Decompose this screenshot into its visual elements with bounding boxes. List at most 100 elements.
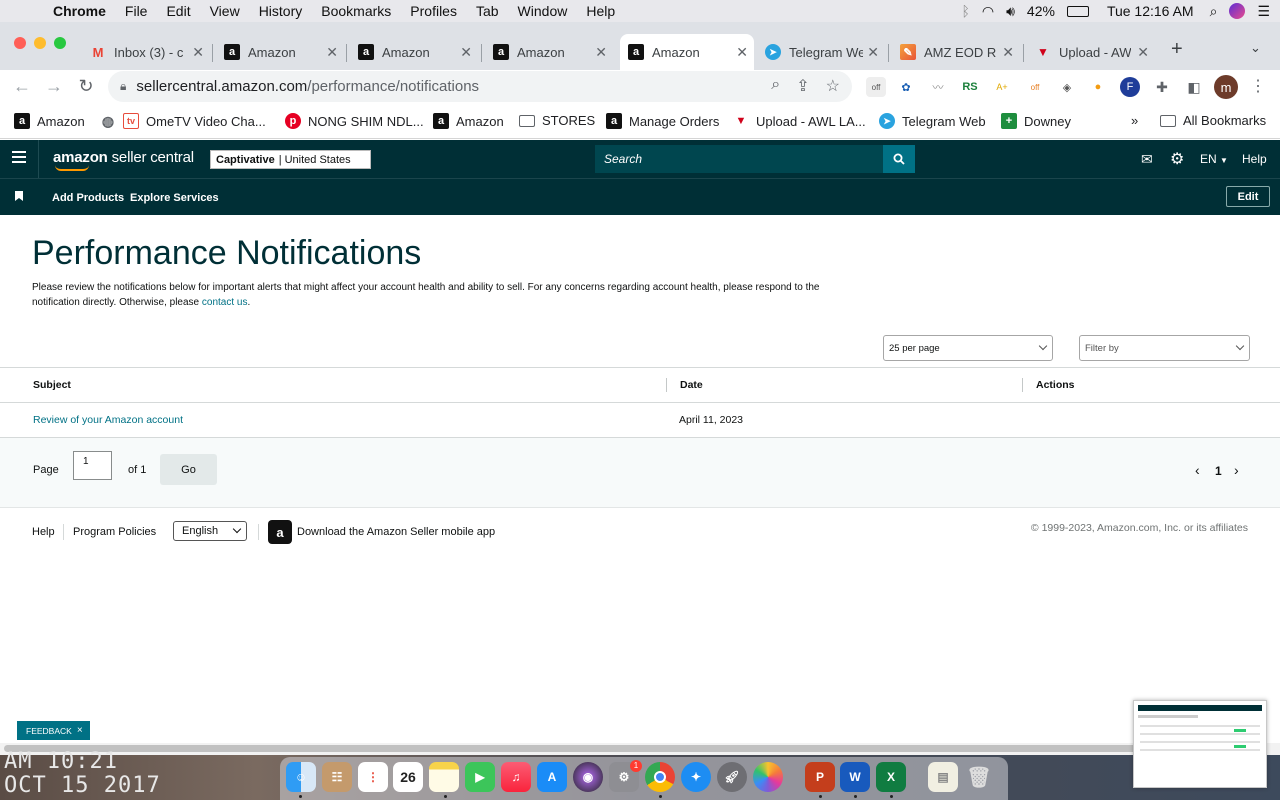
- bookmarks-overflow[interactable]: »: [1131, 113, 1138, 128]
- language-selector[interactable]: EN ▼: [1200, 152, 1228, 166]
- app-store-icon[interactable]: A: [537, 762, 567, 792]
- per-page-select[interactable]: 25 per page: [883, 335, 1053, 361]
- music-icon[interactable]: ♫: [501, 762, 531, 792]
- document-preview-icon[interactable]: ▤: [928, 762, 958, 792]
- trash-icon[interactable]: 🗑︎: [964, 762, 994, 792]
- amazon-app-icon[interactable]: a: [268, 520, 292, 544]
- menu-hamburger-icon[interactable]: [12, 151, 26, 166]
- close-tab-icon[interactable]: ✕: [595, 44, 607, 61]
- gear-icon[interactable]: ⚙: [1170, 149, 1184, 169]
- bookmark-manage-orders[interactable]: a Manage Orders: [606, 113, 719, 129]
- tab-amazon-1[interactable]: a Amazon ✕: [216, 34, 344, 70]
- help-link[interactable]: Help: [1242, 152, 1267, 166]
- download-app-link[interactable]: Download the Amazon Seller mobile app: [297, 526, 495, 538]
- menu-file[interactable]: File: [125, 3, 148, 19]
- close-tab-icon[interactable]: ✕: [326, 44, 338, 61]
- battery-percent[interactable]: 42%: [1027, 3, 1055, 19]
- extension-orange-icon[interactable]: ●: [1088, 77, 1108, 97]
- extension-cube-icon[interactable]: ◈: [1057, 77, 1077, 97]
- bookmark-upload[interactable]: ▼ Upload - AWL LA...: [733, 113, 866, 129]
- bookmark-amazon[interactable]: a Amazon: [14, 113, 85, 129]
- extension-sale-icon[interactable]: off: [1025, 77, 1045, 97]
- seller-central-logo[interactable]: amazon seller central: [53, 149, 194, 171]
- close-tab-icon[interactable]: ✕: [192, 44, 204, 61]
- nav-explore-services[interactable]: Explore Services: [130, 192, 219, 204]
- tab-search-chevron-icon[interactable]: ⌄: [1250, 40, 1261, 56]
- facetime-icon[interactable]: ▶: [465, 762, 495, 792]
- close-icon[interactable]: ×: [77, 725, 83, 736]
- filter-by-select[interactable]: Filter by: [1079, 335, 1250, 361]
- zoom-icon[interactable]: ⌕: [771, 76, 780, 96]
- excel-icon[interactable]: X: [876, 762, 906, 792]
- photos-icon[interactable]: [753, 762, 783, 792]
- close-tab-icon[interactable]: ✕: [1137, 44, 1149, 61]
- battery-icon[interactable]: [1066, 5, 1089, 17]
- profile-avatar[interactable]: m: [1214, 75, 1238, 99]
- menu-edit[interactable]: Edit: [166, 3, 190, 19]
- menu-app-name[interactable]: Chrome: [53, 3, 106, 19]
- mail-icon[interactable]: ✉: [1141, 151, 1153, 168]
- search-input[interactable]: Search: [595, 145, 883, 173]
- close-window-button[interactable]: [14, 37, 26, 49]
- tab-telegram[interactable]: ➤ Telegram We ✕: [757, 34, 885, 70]
- forward-icon[interactable]: →: [43, 76, 65, 97]
- previous-page-icon[interactable]: ‹: [1195, 462, 1200, 478]
- menubar-clock[interactable]: Tue 12:16 AM: [1107, 3, 1194, 19]
- contacts-icon[interactable]: ☷: [322, 762, 352, 792]
- word-icon[interactable]: W: [840, 762, 870, 792]
- close-tab-icon[interactable]: ✕: [1002, 44, 1014, 61]
- screenshot-thumbnail-preview[interactable]: [1133, 700, 1267, 788]
- share-icon[interactable]: ⇪: [796, 76, 809, 96]
- tab-upload[interactable]: ▼ Upload - AW ✕: [1027, 34, 1155, 70]
- siri-icon[interactable]: [1229, 3, 1246, 19]
- footer-help-link[interactable]: Help: [32, 526, 55, 538]
- feedback-tab[interactable]: FEEDBACK ×: [17, 721, 90, 740]
- page-number-input[interactable]: 1: [73, 451, 112, 480]
- side-panel-icon[interactable]: ◧: [1184, 77, 1204, 97]
- bookmark-downey[interactable]: + Downey: [1001, 113, 1071, 129]
- bluetooth-icon[interactable]: ᛒ: [961, 3, 969, 19]
- tab-amazon-active[interactable]: a Amazon ✕: [620, 34, 754, 70]
- minimize-window-button[interactable]: [34, 37, 46, 49]
- footer-program-policies-link[interactable]: Program Policies: [73, 526, 156, 538]
- bookmark-icon[interactable]: [15, 191, 23, 201]
- address-bar[interactable]: 🔒︎ sellercentral.amazon.com/performance/…: [108, 71, 852, 102]
- footer-language-select[interactable]: English: [173, 521, 247, 541]
- tab-gmail[interactable]: M Inbox (3) - c ✕: [82, 34, 210, 70]
- launchpad-icon[interactable]: 🚀︎: [717, 762, 747, 792]
- wifi-icon[interactable]: ◠: [982, 3, 994, 20]
- tab-amz-eod[interactable]: ✎ AMZ EOD Re ✕: [892, 34, 1020, 70]
- volume-icon[interactable]: 🔊︎: [1006, 3, 1015, 20]
- current-page-number[interactable]: 1: [1215, 464, 1222, 478]
- tab-amazon-3[interactable]: a Amazon ✕: [485, 34, 613, 70]
- store-switcher[interactable]: Captivative | United States: [210, 150, 371, 169]
- extension-rs-icon[interactable]: RS: [960, 77, 980, 97]
- contact-us-link[interactable]: contact us: [202, 297, 248, 308]
- chrome-icon[interactable]: [645, 762, 675, 792]
- control-center-icon[interactable]: ☰: [1257, 3, 1270, 20]
- extensions-puzzle-icon[interactable]: ✚: [1152, 77, 1172, 97]
- close-tab-icon[interactable]: ✕: [867, 44, 879, 61]
- tab-amazon-2[interactable]: a Amazon ✕: [350, 34, 478, 70]
- safari-icon[interactable]: ✦: [681, 762, 711, 792]
- menu-help[interactable]: Help: [586, 3, 615, 19]
- bookmark-amazon-2[interactable]: a Amazon: [433, 113, 504, 129]
- extension-off-icon[interactable]: off: [866, 77, 886, 97]
- reload-icon[interactable]: ↻: [75, 76, 97, 97]
- extension-about-icon[interactable]: A+: [992, 77, 1012, 97]
- bookmark-stores[interactable]: STORES: [519, 113, 595, 128]
- siri-dock-icon[interactable]: ◉: [573, 762, 603, 792]
- menu-bookmarks[interactable]: Bookmarks: [321, 3, 391, 19]
- bookmark-star-icon[interactable]: ☆: [826, 76, 840, 96]
- nav-add-products[interactable]: Add Products: [52, 192, 124, 204]
- menu-window[interactable]: Window: [518, 3, 568, 19]
- notes-icon[interactable]: [429, 762, 459, 792]
- more-menu-icon[interactable]: ⋮: [1250, 76, 1266, 96]
- calendar-icon[interactable]: 26: [393, 762, 423, 792]
- bookmark-nong-shim[interactable]: p NONG SHIM NDL...: [285, 113, 424, 129]
- menu-history[interactable]: History: [259, 3, 303, 19]
- menu-tab[interactable]: Tab: [476, 3, 499, 19]
- extension-f-icon[interactable]: F: [1120, 77, 1140, 97]
- horizontal-scrollbar[interactable]: [0, 743, 1280, 755]
- new-tab-icon[interactable]: +: [1171, 38, 1183, 61]
